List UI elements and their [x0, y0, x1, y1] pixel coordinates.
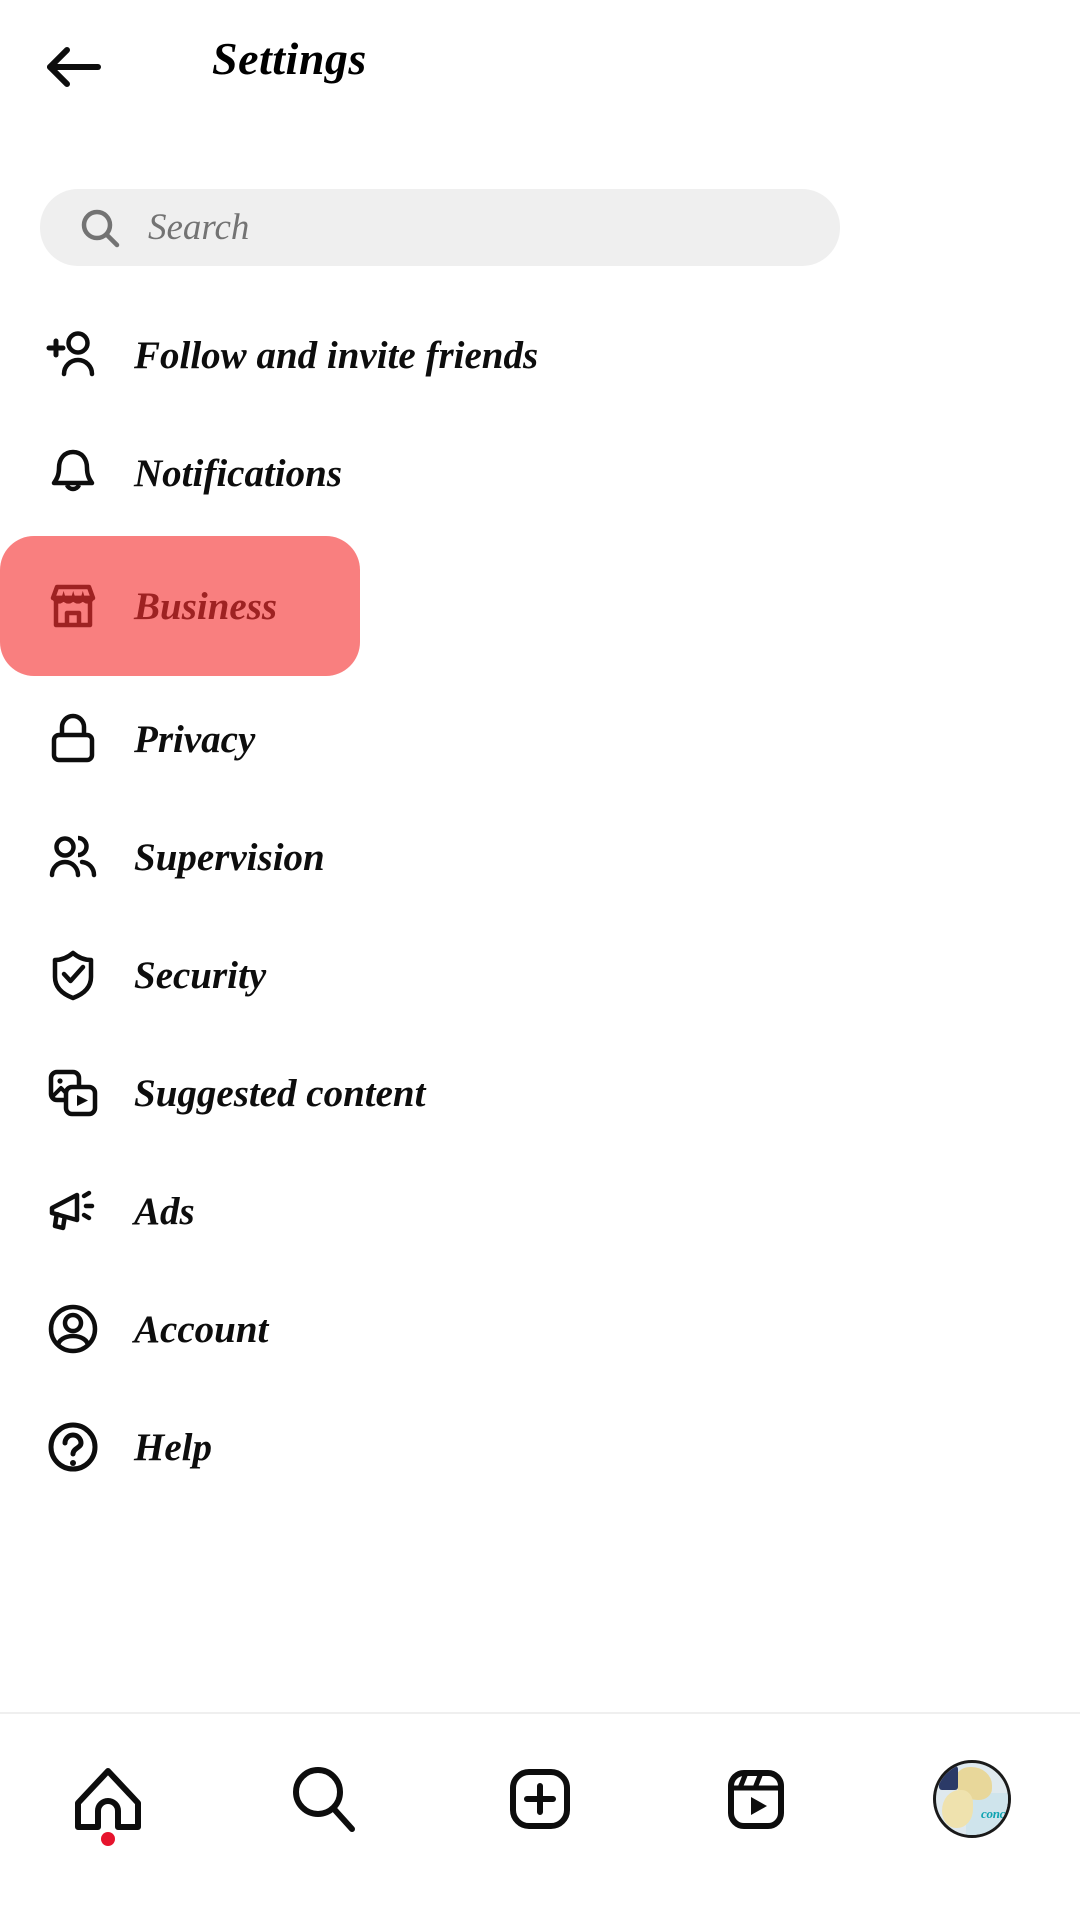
person-add-icon: [44, 326, 102, 384]
avatar-corner-card: [938, 1765, 958, 1791]
bottom-navigation-bar: conc: [0, 1712, 1080, 1920]
menu-item-account[interactable]: Account: [0, 1270, 1080, 1388]
menu-item-ads[interactable]: Ads: [0, 1152, 1080, 1270]
menu-item-help[interactable]: Help: [0, 1388, 1080, 1506]
reels-icon: [728, 1770, 784, 1829]
help-circle-icon: [44, 1418, 102, 1476]
home-icon: [75, 1768, 141, 1830]
settings-menu-list: Follow and invite friends Notifications: [0, 296, 1080, 1712]
menu-item-label: Account: [134, 1307, 269, 1351]
menu-item-label: Supervision: [134, 835, 325, 879]
bell-icon: [44, 444, 102, 502]
menu-item-label: Business: [134, 584, 278, 628]
menu-item-label: Help: [134, 1425, 212, 1469]
megaphone-icon: [44, 1182, 102, 1240]
menu-item-label: Ads: [134, 1189, 195, 1233]
menu-item-notifications[interactable]: Notifications: [0, 414, 1080, 532]
back-button[interactable]: [44, 42, 102, 92]
account-circle-icon: [44, 1300, 102, 1358]
nav-profile[interactable]: conc: [892, 1744, 1052, 1854]
menu-item-privacy[interactable]: Privacy: [0, 680, 1080, 798]
menu-item-label: Follow and invite friends: [134, 333, 539, 377]
menu-item-business[interactable]: Business: [0, 536, 360, 676]
menu-item-label: Privacy: [134, 717, 256, 761]
nav-create[interactable]: [460, 1744, 620, 1854]
lock-icon: [44, 710, 102, 768]
menu-item-follow-and-invite-friends[interactable]: Follow and invite friends: [0, 296, 1080, 414]
menu-item-label: Security: [134, 953, 267, 997]
menu-item-security[interactable]: Security: [0, 916, 1080, 1034]
arrow-left-icon: [47, 47, 101, 87]
menu-item-label: Suggested content: [134, 1071, 426, 1115]
header-bar: Settings: [0, 0, 1080, 148]
settings-screen: Settings Search Follow and invite friend…: [0, 0, 1080, 1920]
search-placeholder: Search: [148, 207, 250, 248]
avatar: conc: [933, 1760, 1011, 1838]
search-icon: [78, 206, 122, 250]
page-title: Settings: [212, 33, 367, 84]
menu-item-label: Notifications: [134, 451, 343, 495]
storefront-icon: [44, 577, 102, 635]
search-icon: [293, 1767, 355, 1832]
plus-square-icon: [510, 1769, 570, 1829]
nav-home[interactable]: [28, 1744, 188, 1854]
people-icon: [44, 828, 102, 886]
avatar-text: conc: [981, 1806, 1006, 1822]
search-input[interactable]: Search: [40, 189, 840, 266]
menu-item-suggested-content[interactable]: Suggested content: [0, 1034, 1080, 1152]
shield-check-icon: [44, 946, 102, 1004]
media-play-icon: [44, 1064, 102, 1122]
menu-item-supervision[interactable]: Supervision: [0, 798, 1080, 916]
nav-search[interactable]: [244, 1744, 404, 1854]
home-notification-dot: [101, 1832, 115, 1846]
nav-reels[interactable]: [676, 1744, 836, 1854]
